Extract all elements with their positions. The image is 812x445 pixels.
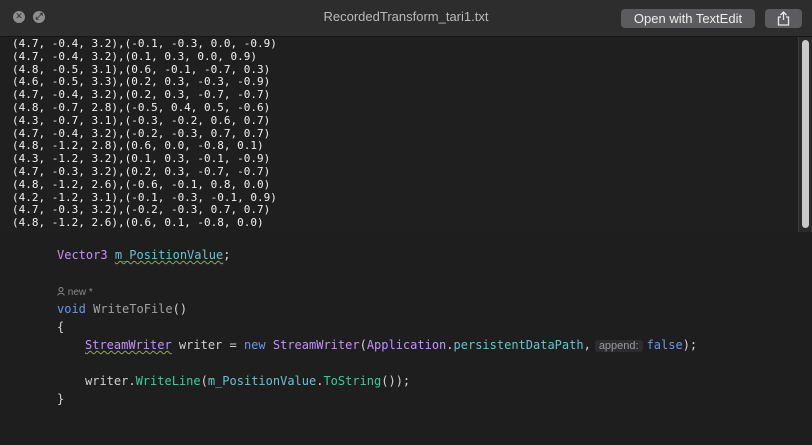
text-line: (4.7, -0.4, 3.2),(0.1, 0.3, 0.0, 0.9) [12,49,258,63]
method-call: WriteLine [135,374,201,388]
identifier: writer = [171,338,244,352]
member-name: persistentDataPath [453,338,584,352]
title-bar: ✕ ⤢ RecordedTransform_tari1.txt Open wit… [0,0,812,37]
scrollbar[interactable] [798,37,812,232]
punctuation: ; [223,248,231,262]
keyword: new [243,338,266,352]
keyword: false [646,338,683,352]
punctuation: . [446,338,454,352]
punctuation: ); [682,338,698,352]
share-icon [777,11,790,26]
field-declaration: Vector3 m_PositionValue; [57,248,230,262]
code-line-writeline: writer.WriteLine(m_PositionValue.ToStrin… [85,374,410,388]
punctuation: () [172,302,188,316]
text-line: (4.7, -0.4, 3.2),(-0.1, -0.3, 0.0, -0.9) [12,37,277,50]
scrollbar-thumb[interactable] [802,40,809,228]
punctuation: ( [200,374,208,388]
code-editor: Vector3 m_PositionValue; new * void Writ… [0,232,812,445]
text-line: (4.8, -0.7, 2.8),(-0.5, 0.4, 0.5, -0.6) [12,100,271,114]
close-brace: } [57,392,65,406]
type-name: Application [366,338,447,352]
punctuation: ()); [381,374,411,388]
open-with-textedit-button[interactable]: Open with TextEdit [621,9,755,28]
open-brace: { [57,320,65,334]
person-icon [57,287,65,296]
type-name: Vector3 [57,248,108,262]
code-line-streamwriter: StreamWriter writer = new StreamWriter(A… [85,338,697,352]
type-name[interactable]: StreamWriter [85,338,172,352]
text-line: (4.8, -1.2, 2.6),(-0.6, -0.1, 0.8, 0.0) [12,177,271,191]
text-line: (4.3, -0.7, 3.1),(-0.3, -0.2, 0.6, 0.7) [12,113,271,127]
parameter-hint: append: [594,340,643,352]
identifier: writer. [85,374,136,388]
method-signature: void WriteToFile() [57,302,187,316]
file-content: (4.7, -0.4, 3.2),(-0.1, -0.3, 0.0, -0.9)… [0,37,812,232]
punctuation: , [583,338,591,352]
method-call: ToString [323,374,382,388]
share-button[interactable] [765,9,802,28]
codelens-text: new * [67,287,93,298]
member-name: m_PositionValue [207,374,317,388]
field-name[interactable]: m_PositionValue [115,248,223,262]
type-name: StreamWriter [272,338,360,352]
text-line: (4.7, -0.3, 3.2),(0.2, 0.3, -0.7, -0.7) [12,164,271,178]
punctuation: ( [359,338,367,352]
keyword: void [57,302,86,316]
method-name[interactable]: WriteToFile [93,302,172,316]
codelens-usage[interactable]: new * [57,287,93,298]
text-line: (4.8, -1.2, 2.6),(0.6, 0.1, -0.8, 0.0) [12,216,264,230]
file-text: (4.7, -0.4, 3.2),(-0.1, -0.3, 0.0, -0.9)… [12,37,277,230]
quicklook-window: ✕ ⤢ RecordedTransform_tari1.txt Open wit… [0,0,812,232]
